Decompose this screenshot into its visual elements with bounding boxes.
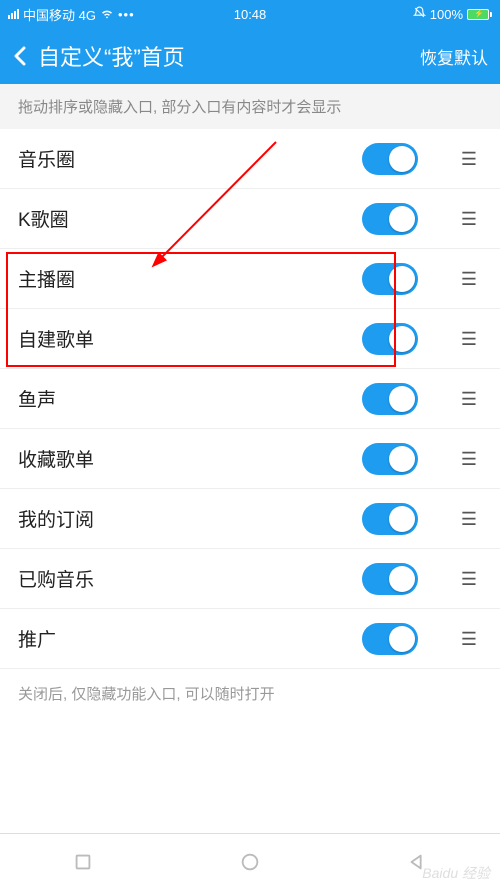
item-label: K歌圈 bbox=[18, 205, 362, 232]
item-label: 我的订阅 bbox=[18, 505, 362, 532]
carrier-label: 中国移动 4G bbox=[23, 5, 96, 24]
list-item: K歌圈 ☰ bbox=[0, 189, 500, 249]
status-right: 100% bbox=[266, 6, 492, 22]
battery-icon bbox=[467, 9, 492, 20]
drag-handle-icon[interactable]: ☰ bbox=[456, 214, 482, 224]
item-label: 音乐圈 bbox=[18, 145, 362, 172]
status-bar: 中国移动 4G ••• 10:48 100% bbox=[0, 0, 500, 28]
mute-icon bbox=[413, 6, 426, 22]
toggle-anchor-circle[interactable] bbox=[362, 263, 418, 295]
drag-handle-icon[interactable]: ☰ bbox=[456, 634, 482, 644]
list-item: 主播圈 ☰ bbox=[0, 249, 500, 309]
nav-bar: 自定义“我”首页 恢复默认 bbox=[0, 28, 500, 84]
item-label: 已购音乐 bbox=[18, 565, 362, 592]
item-label: 收藏歌单 bbox=[18, 445, 362, 472]
drag-handle-icon[interactable]: ☰ bbox=[456, 334, 482, 344]
drag-handle-icon[interactable]: ☰ bbox=[456, 514, 482, 524]
item-label: 鱼声 bbox=[18, 385, 362, 412]
status-left: 中国移动 4G ••• bbox=[8, 5, 234, 24]
toggle-music-circle[interactable] bbox=[362, 143, 418, 175]
nav-recent-button[interactable] bbox=[0, 834, 167, 889]
nav-back-button[interactable] bbox=[333, 834, 500, 889]
hint-bottom: 关闭后, 仅隐藏功能入口, 可以随时打开 bbox=[0, 669, 500, 718]
toggle-custom-playlist[interactable] bbox=[362, 323, 418, 355]
list-item: 我的订阅 ☰ bbox=[0, 489, 500, 549]
battery-percent: 100% bbox=[430, 7, 463, 22]
system-nav-bar bbox=[0, 833, 500, 889]
list-item: 收藏歌单 ☰ bbox=[0, 429, 500, 489]
nav-home-button[interactable] bbox=[167, 834, 334, 889]
drag-handle-icon[interactable]: ☰ bbox=[456, 154, 482, 164]
status-time: 10:48 bbox=[234, 7, 267, 22]
restore-default-button[interactable]: 恢复默认 bbox=[420, 44, 488, 69]
back-button[interactable] bbox=[12, 44, 32, 68]
toggle-favorite-playlist[interactable] bbox=[362, 443, 418, 475]
settings-list: 音乐圈 ☰ K歌圈 ☰ 主播圈 ☰ 自建歌单 ☰ 鱼声 ☰ 收藏歌单 ☰ 我的订… bbox=[0, 129, 500, 669]
hint-top: 拖动排序或隐藏入口, 部分入口有内容时才会显示 bbox=[0, 84, 500, 129]
page-title: 自定义“我”首页 bbox=[38, 40, 420, 72]
list-item: 鱼声 ☰ bbox=[0, 369, 500, 429]
drag-handle-icon[interactable]: ☰ bbox=[456, 274, 482, 284]
item-label: 推广 bbox=[18, 625, 362, 652]
toggle-promotion[interactable] bbox=[362, 623, 418, 655]
toggle-ksong-circle[interactable] bbox=[362, 203, 418, 235]
list-item: 推广 ☰ bbox=[0, 609, 500, 669]
wifi-icon bbox=[100, 6, 114, 23]
more-dots-icon: ••• bbox=[118, 7, 135, 22]
drag-handle-icon[interactable]: ☰ bbox=[456, 454, 482, 464]
drag-handle-icon[interactable]: ☰ bbox=[456, 574, 482, 584]
item-label: 主播圈 bbox=[18, 265, 362, 292]
toggle-my-subscription[interactable] bbox=[362, 503, 418, 535]
list-item: 自建歌单 ☰ bbox=[0, 309, 500, 369]
item-label: 自建歌单 bbox=[18, 325, 362, 352]
toggle-yusheng[interactable] bbox=[362, 383, 418, 415]
signal-icon bbox=[8, 9, 19, 19]
list-item: 音乐圈 ☰ bbox=[0, 129, 500, 189]
toggle-purchased-music[interactable] bbox=[362, 563, 418, 595]
drag-handle-icon[interactable]: ☰ bbox=[456, 394, 482, 404]
list-item: 已购音乐 ☰ bbox=[0, 549, 500, 609]
